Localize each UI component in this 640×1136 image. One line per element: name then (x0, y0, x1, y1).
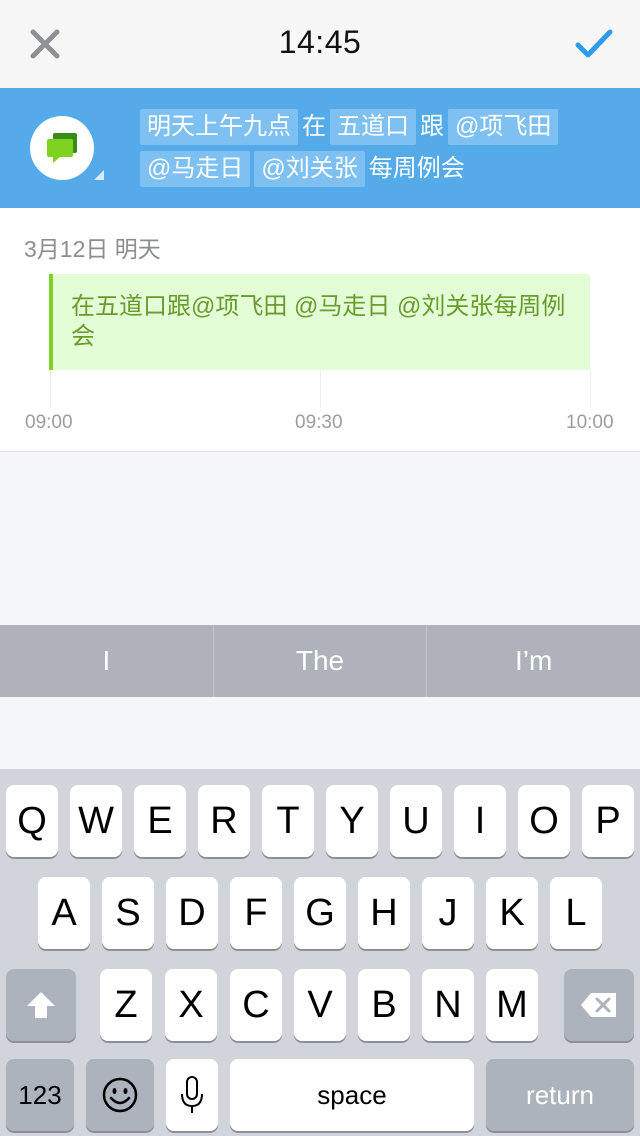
text-token: 每周例会 (368, 155, 465, 182)
key-q[interactable]: Q (6, 785, 58, 857)
key-i[interactable]: I (454, 785, 506, 857)
calendar-avatar[interactable] (30, 116, 94, 180)
key-v[interactable]: V (294, 969, 346, 1041)
key-y[interactable]: Y (326, 785, 378, 857)
microphone-icon (181, 1076, 203, 1113)
key-c[interactable]: C (230, 969, 282, 1041)
key-b[interactable]: B (358, 969, 410, 1041)
location-token[interactable]: 五道口 (330, 109, 416, 145)
event-block[interactable]: 在五道口跟@项飞田 @马走日 @刘关张每周例会 (49, 274, 590, 370)
chat-bubbles-icon (47, 133, 77, 163)
suggestion-item[interactable]: I (0, 625, 214, 697)
event-preview: 3月12日 明天 在五道口跟@项飞田 @马走日 @刘关张每周例会 09:00 0… (0, 208, 640, 452)
time-token[interactable]: 明天上午九点 (140, 109, 298, 145)
shift-icon (27, 992, 55, 1018)
dictation-key[interactable] (166, 1059, 218, 1131)
key-p[interactable]: P (582, 785, 634, 857)
key-e[interactable]: E (134, 785, 186, 857)
key-a[interactable]: A (38, 877, 90, 949)
done-button[interactable] (570, 22, 618, 66)
key-d[interactable]: D (166, 877, 218, 949)
timeline-tick (320, 370, 321, 408)
key-l[interactable]: L (550, 877, 602, 949)
keyboard: Q W E R T Y U I O P A S D F G H J K L Z … (0, 769, 640, 1136)
text-token: 跟 (420, 113, 444, 140)
emoji-icon (102, 1077, 138, 1113)
composer-input[interactable]: 明天上午九点 在 五道口 跟 @项飞田 @马走日 @刘关张 每周例会 (140, 106, 610, 190)
key-x[interactable]: X (165, 969, 217, 1041)
time-label-start: 09:00 (25, 412, 73, 433)
status-time: 14:45 (278, 24, 362, 60)
checkmark-icon (575, 29, 613, 58)
timeline-tick (50, 370, 51, 408)
nav-bar: 14:45 (0, 0, 640, 88)
key-n[interactable]: N (422, 969, 474, 1041)
emoji-key[interactable] (86, 1059, 154, 1131)
backspace-icon (581, 993, 616, 1017)
key-z[interactable]: Z (100, 969, 152, 1041)
time-label-end: 10:00 (566, 412, 614, 433)
event-title: 在五道口跟@项飞田 @马走日 @刘关张每周例会 (71, 293, 566, 350)
key-t[interactable]: T (262, 785, 314, 857)
time-label-mid: 09:30 (295, 412, 343, 433)
key-s[interactable]: S (102, 877, 154, 949)
suggestion-item[interactable]: The (214, 625, 428, 697)
key-r[interactable]: R (198, 785, 250, 857)
key-m[interactable]: M (486, 969, 538, 1041)
key-w[interactable]: W (70, 785, 122, 857)
text-token: 在 (302, 113, 326, 140)
shift-key[interactable] (6, 969, 76, 1041)
space-key[interactable]: space (230, 1059, 474, 1131)
mention-token[interactable]: @马走日 (140, 151, 251, 187)
mention-token[interactable]: @项飞田 (448, 109, 559, 145)
key-o[interactable]: O (518, 785, 570, 857)
delete-key[interactable] (564, 969, 634, 1041)
composer-line-2: @马走日 @刘关张 每周例会 (140, 148, 610, 190)
mention-token[interactable]: @刘关张 (254, 151, 365, 187)
suggestion-bar: I The I’m (0, 625, 640, 697)
timeline-tick (590, 370, 591, 408)
composer-line-1: 明天上午九点 在 五道口 跟 @项飞田 (140, 106, 610, 148)
key-u[interactable]: U (390, 785, 442, 857)
suggestion-item[interactable]: I’m (427, 625, 640, 697)
numbers-key[interactable]: 123 (6, 1059, 74, 1131)
avatar-corner-indicator (94, 170, 104, 180)
key-j[interactable]: J (422, 877, 474, 949)
key-k[interactable]: K (486, 877, 538, 949)
return-key[interactable]: return (486, 1059, 634, 1131)
key-g[interactable]: G (294, 877, 346, 949)
date-label: 3月12日 明天 (24, 236, 161, 262)
event-composer: 明天上午九点 在 五道口 跟 @项飞田 @马走日 @刘关张 每周例会 (0, 88, 640, 208)
key-h[interactable]: H (358, 877, 410, 949)
key-f[interactable]: F (230, 877, 282, 949)
